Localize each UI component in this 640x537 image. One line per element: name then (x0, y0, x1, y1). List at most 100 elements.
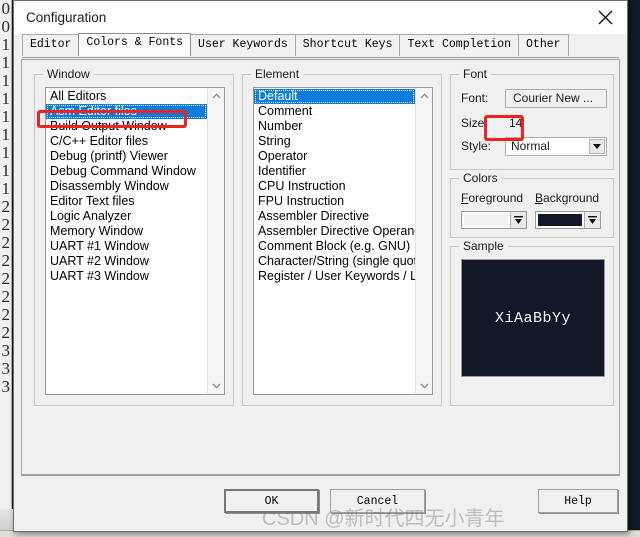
font-picker-button[interactable]: Courier New ... (505, 89, 607, 108)
editor-line-number: 1 (1, 36, 11, 54)
editor-line-number: 2 (1, 288, 11, 306)
tab-shortcut-keys[interactable]: Shortcut Keys (294, 34, 401, 56)
tab-user-keywords[interactable]: User Keywords (190, 34, 296, 56)
window-list-items: All Editors Asm Editor files Build Output … (46, 88, 207, 394)
background-color-picker[interactable] (535, 211, 601, 229)
editor-line-number: 2 (1, 252, 11, 270)
colors-group-title: Colors (459, 171, 502, 185)
font-group-title: Font (459, 67, 492, 81)
font-label: Font: (461, 91, 489, 105)
colors-group: Colors Foreground Background (450, 171, 614, 238)
tab-text-completion[interactable]: Text Completion (399, 34, 520, 56)
sample-text: XiAaBbYy (494, 309, 571, 327)
element-group-title: Element (251, 67, 304, 81)
element-list-item[interactable]: Operator (254, 149, 415, 164)
foreground-color-swatch (464, 214, 508, 226)
dialog-title: Configuration (26, 9, 107, 25)
dialog-titlebar: Configuration (14, 1, 627, 34)
window-list-item[interactable]: Asm Editor files (46, 104, 207, 119)
close-icon[interactable] (583, 1, 627, 33)
element-group: Element Default Comment Number String Operat… (242, 67, 442, 406)
editor-line-number: 0 (1, 18, 11, 36)
tab-colors-fonts[interactable]: Colors & Fonts (78, 33, 192, 56)
element-list-item[interactable]: Register / User Keywords / Label (254, 269, 415, 284)
sample-group: Sample XiAaBbYy (450, 239, 614, 406)
element-list-item[interactable]: Character/String (single quote) (254, 254, 415, 269)
sample-group-title: Sample (459, 239, 508, 253)
font-row: Font: Courier New ... (461, 89, 607, 108)
chevron-down-icon[interactable] (589, 139, 605, 154)
editor-line-number: 2 (1, 198, 11, 216)
dialog-content: Window All Editors Asm Editor files Build … (21, 59, 620, 475)
window-list-item[interactable]: Build Output Window (46, 119, 207, 134)
element-list-item[interactable]: FPU Instruction (254, 194, 415, 209)
element-list-item[interactable]: CPU Instruction (254, 179, 415, 194)
element-listbox[interactable]: Default Comment Number String Operator Identi… (253, 87, 433, 395)
editor-line-number: 1 (1, 126, 11, 144)
foreground-label-text: oreground (468, 191, 524, 205)
cancel-button[interactable]: Cancel (330, 489, 425, 513)
window-list-item[interactable]: Memory Window (46, 224, 207, 239)
element-list-item[interactable]: Assembler Directive Operand (254, 224, 415, 239)
window-list-item[interactable]: Debug (printf) Viewer (46, 149, 207, 164)
window-list-item[interactable]: Debug Command Window (46, 164, 207, 179)
editor-line-number: 1 (1, 162, 11, 180)
element-list-items: Default Comment Number String Operator Identi… (254, 88, 415, 394)
window-list-scrollbar[interactable] (207, 88, 224, 394)
window-list-item[interactable]: UART #2 Window (46, 254, 207, 269)
editor-line-number: 2 (1, 270, 11, 288)
footer-divider (21, 475, 620, 476)
element-list-item[interactable]: Assembler Directive (254, 209, 415, 224)
editor-line-number-gutter: 0011111111122222222333 (0, 0, 12, 537)
foreground-label: Foreground (461, 191, 524, 205)
editor-line-number: 2 (1, 324, 11, 342)
window-list-item[interactable]: UART #1 Window (46, 239, 207, 254)
editor-line-number: 2 (1, 306, 11, 324)
editor-line-number: 1 (1, 144, 11, 162)
editor-line-number: 1 (1, 54, 11, 72)
element-list-item[interactable]: String (254, 134, 415, 149)
color-dropdown-icon[interactable] (510, 212, 526, 228)
chevron-up-icon[interactable] (208, 88, 224, 104)
style-row: Style: Normal (461, 137, 607, 156)
editor-line-number: 2 (1, 216, 11, 234)
font-group: Font Font: Courier New ... Size: 14 Styl… (450, 67, 614, 170)
chevron-up-icon[interactable] (416, 88, 432, 104)
chevron-down-icon[interactable] (208, 378, 224, 394)
tab-editor[interactable]: Editor (22, 34, 80, 56)
foreground-color-picker[interactable] (461, 211, 527, 229)
editor-line-number: 3 (1, 378, 11, 396)
element-list-item[interactable]: Number (254, 119, 415, 134)
color-dropdown-icon[interactable] (584, 212, 600, 228)
window-list-item[interactable]: UART #3 Window (46, 269, 207, 284)
editor-line-number: 1 (1, 72, 11, 90)
editor-bottom-strip (0, 509, 14, 531)
window-list-item[interactable]: C/C++ Editor files (46, 134, 207, 149)
help-button[interactable]: Help (538, 489, 618, 513)
style-label: Style: (461, 139, 492, 153)
editor-line-number: 1 (1, 180, 11, 198)
element-list-item[interactable]: Identifier (254, 164, 415, 179)
window-list-item[interactable]: Disassembly Window (46, 179, 207, 194)
tab-other[interactable]: Other (518, 34, 569, 56)
ok-button[interactable]: OK (224, 489, 319, 513)
chevron-down-icon[interactable] (416, 378, 432, 394)
element-list-item[interactable]: Default (254, 89, 415, 104)
window-list-item[interactable]: Editor Text files (46, 194, 207, 209)
editor-line-number: 3 (1, 360, 11, 378)
window-list-item[interactable]: All Editors (46, 89, 207, 104)
editor-line-number: 3 (1, 342, 11, 360)
background-label-text: ackground (543, 191, 600, 205)
window-group: Window All Editors Asm Editor files Build … (34, 67, 234, 406)
window-list-item[interactable]: Logic Analyzer (46, 209, 207, 224)
element-list-scrollbar[interactable] (415, 88, 432, 394)
background-label: Background (535, 191, 600, 205)
font-size-input[interactable]: 14 (505, 114, 537, 132)
window-listbox[interactable]: All Editors Asm Editor files Build Output … (45, 87, 225, 395)
window-group-title: Window (43, 67, 94, 81)
element-list-item[interactable]: Comment Block (e.g. GNU) (254, 239, 415, 254)
dialog-footer: OK Cancel Help (14, 475, 627, 531)
configuration-dialog: Configuration Editor Colors & Fonts User K… (13, 0, 628, 532)
element-list-item[interactable]: Comment (254, 104, 415, 119)
font-style-select[interactable]: Normal (505, 137, 607, 156)
